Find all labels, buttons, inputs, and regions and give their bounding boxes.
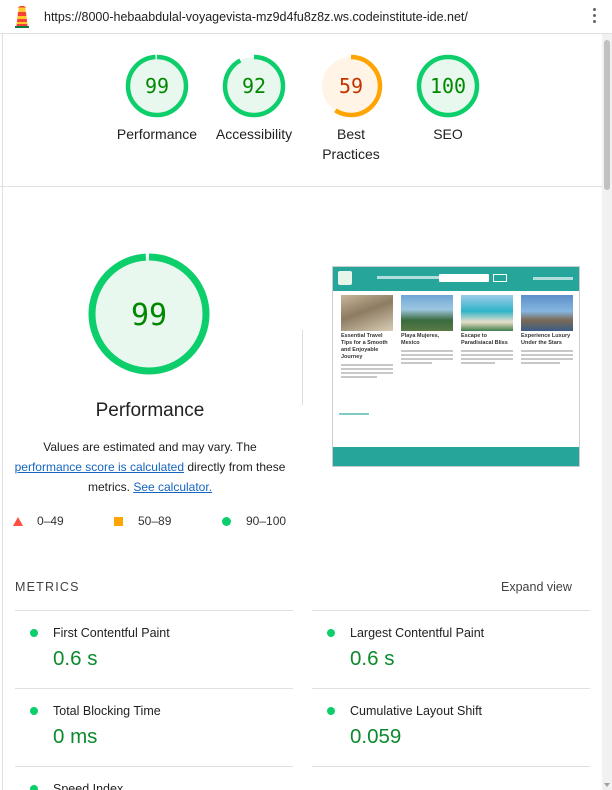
metric-divider bbox=[312, 688, 590, 689]
gauge-performance[interactable]: 99 Performance bbox=[107, 54, 207, 144]
scroll-down-arrow-icon[interactable] bbox=[604, 783, 610, 787]
metric-value: 0.6 s bbox=[53, 647, 98, 670]
card-image bbox=[461, 295, 513, 331]
gauge-label: Accessibility bbox=[215, 126, 293, 142]
gauge-score: 92 bbox=[242, 74, 266, 98]
gauge-best-practices[interactable]: 59 Best Practices bbox=[301, 54, 401, 164]
pass-dot-icon bbox=[30, 629, 38, 637]
screenshot-card: Playa Mujeres, Mexico bbox=[401, 295, 453, 366]
metric-title: First Contentful Paint bbox=[53, 626, 170, 640]
pass-dot-icon bbox=[327, 707, 335, 715]
gauge-score: 100 bbox=[430, 74, 466, 98]
score-calculated-link[interactable]: performance score is calculated bbox=[15, 460, 184, 474]
gauge-ring: 92 bbox=[222, 54, 286, 118]
metric-divider bbox=[312, 766, 590, 767]
metric-value: 0 ms bbox=[53, 725, 98, 748]
gauge-ring: 99 bbox=[125, 54, 189, 118]
screenshot-card: Essential Travel Tips for a Smooth and E… bbox=[341, 295, 393, 380]
screenshot-footer bbox=[333, 447, 579, 466]
performance-score: 99 bbox=[131, 298, 167, 333]
scrollbar[interactable] bbox=[602, 34, 612, 790]
lighthouse-report: https://8000-hebaabdulal-voyagevista-mz9… bbox=[0, 0, 612, 790]
metric-divider bbox=[15, 688, 293, 689]
circle-icon bbox=[222, 517, 231, 526]
see-calculator-link[interactable]: See calculator. bbox=[133, 480, 212, 494]
metric-value: 0.6 s bbox=[350, 647, 395, 670]
report-url[interactable]: https://8000-hebaabdulal-voyagevista-mz9… bbox=[44, 10, 468, 24]
triangle-icon bbox=[13, 517, 23, 526]
performance-title: Performance bbox=[95, 400, 205, 421]
card-image bbox=[401, 295, 453, 331]
expand-view-button[interactable]: Expand view bbox=[501, 580, 572, 594]
screenshot-card: Escape to Paradisiacal Bliss bbox=[461, 295, 513, 366]
pass-dot-icon bbox=[327, 629, 335, 637]
section-divider bbox=[302, 330, 303, 405]
performance-note: Values are estimated and may vary. The p… bbox=[14, 440, 286, 494]
gauge-ring: 59 bbox=[319, 54, 383, 118]
gauge-ring: 100 bbox=[416, 54, 480, 118]
page-screenshot[interactable]: Essential Travel Tips for a Smooth and E… bbox=[332, 266, 580, 467]
metric-value: 0.059 bbox=[350, 725, 402, 748]
metric-divider bbox=[312, 610, 590, 611]
category-gauges: 99 Performance 92 Accessibility 59 Best … bbox=[0, 34, 602, 187]
kebab-menu-icon[interactable] bbox=[592, 8, 598, 26]
gauge-score: 59 bbox=[339, 74, 363, 98]
pass-dot-icon bbox=[30, 785, 38, 790]
report-url-bar: https://8000-hebaabdulal-voyagevista-mz9… bbox=[0, 0, 612, 34]
gauge-seo[interactable]: 100 SEO bbox=[398, 54, 498, 144]
gauge-label: Best Practices bbox=[322, 126, 380, 162]
metric-divider bbox=[15, 766, 293, 767]
lighthouse-icon bbox=[15, 6, 29, 28]
gauge-label: Performance bbox=[116, 126, 198, 142]
metric-title: Total Blocking Time bbox=[53, 704, 161, 718]
scroll-thumb[interactable] bbox=[604, 40, 610, 190]
gauge-score: 99 bbox=[145, 74, 169, 98]
screenshot-card: Experience Luxury Under the Stars bbox=[521, 295, 573, 366]
performance-gauge: 99 bbox=[88, 253, 210, 375]
metric-divider bbox=[15, 610, 293, 611]
metric-title: Cumulative Layout Shift bbox=[350, 704, 483, 718]
metric-title: Speed Index bbox=[53, 782, 124, 790]
site-logo-icon bbox=[338, 271, 352, 285]
square-icon bbox=[114, 517, 123, 526]
metric-title: Largest Contentful Paint bbox=[350, 626, 485, 640]
card-image bbox=[521, 295, 573, 331]
pass-dot-icon bbox=[30, 707, 38, 715]
card-image bbox=[341, 295, 393, 331]
screenshot-navbar bbox=[333, 267, 579, 291]
gauge-accessibility[interactable]: 92 Accessibility bbox=[204, 54, 304, 144]
metrics-heading: METRICS bbox=[15, 580, 80, 594]
gauge-label: SEO bbox=[433, 126, 463, 142]
